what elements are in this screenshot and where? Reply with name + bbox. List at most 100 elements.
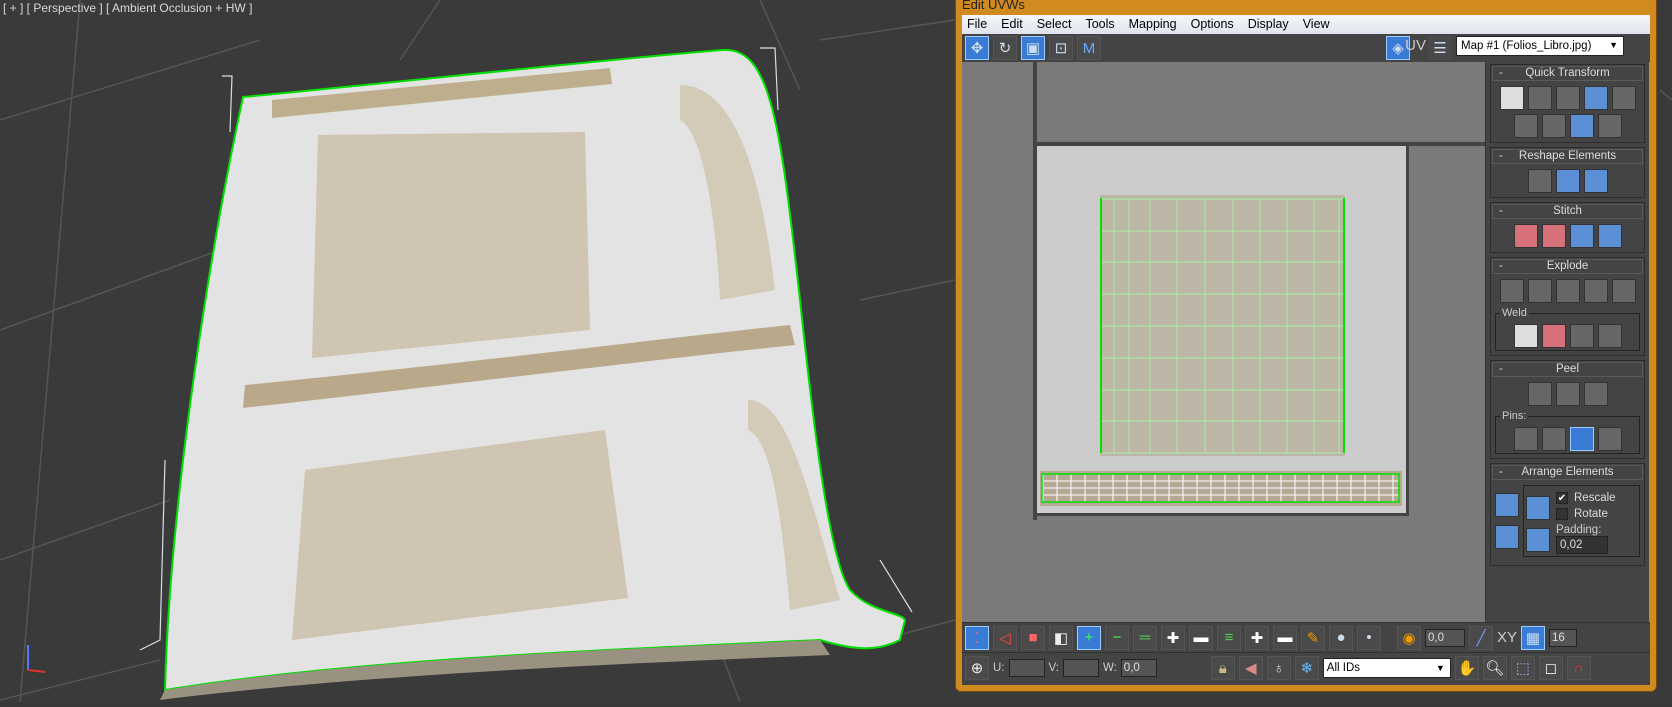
- pin-icon[interactable]: [1513, 427, 1538, 451]
- material-id-dropdown[interactable]: All IDs: [1322, 658, 1451, 678]
- collapse-toggle[interactable]: -: [1499, 466, 1503, 478]
- collapse-toggle[interactable]: -: [1499, 67, 1503, 79]
- weld-settings-icon[interactable]: [1597, 324, 1622, 348]
- move-icon[interactable]: ✥: [965, 36, 989, 60]
- vertex-mode-icon[interactable]: ⁚: [965, 625, 989, 650]
- scale-icon[interactable]: ▣: [1021, 36, 1045, 60]
- menu-mapping[interactable]: Mapping: [1124, 15, 1186, 34]
- loop-shrink-icon[interactable]: ▬: [1189, 625, 1213, 650]
- menu-select[interactable]: Select: [1032, 15, 1081, 34]
- space-vertical-icon[interactable]: [1597, 114, 1622, 138]
- hide-icon[interactable]: ◀: [1238, 656, 1263, 680]
- space-horizontal-icon[interactable]: [1611, 86, 1636, 110]
- rotate-checkbox[interactable]: Rotate: [1556, 508, 1616, 520]
- light-bulb-icon[interactable]: ♁: [1266, 656, 1291, 680]
- viewport-label[interactable]: [ + ] [ Perspective ] [ Ambient Occlusio…: [3, 1, 252, 15]
- collapse-toggle[interactable]: -: [1499, 205, 1503, 217]
- edge-mode-icon[interactable]: ◁: [993, 625, 1017, 650]
- collapse-toggle[interactable]: -: [1499, 363, 1503, 375]
- uv-editor-canvas[interactable]: [962, 62, 1485, 622]
- explode-smoothing-icon[interactable]: [1527, 279, 1552, 303]
- stitch-average-icon[interactable]: [1541, 224, 1566, 248]
- weld-selected-icon[interactable]: [1541, 324, 1566, 348]
- relax-icon[interactable]: [1555, 169, 1580, 193]
- relax-settings-icon[interactable]: [1583, 169, 1608, 193]
- rollout-header[interactable]: - Arrange Elements: [1492, 465, 1643, 480]
- zoom-extents-icon[interactable]: ◻: [1538, 656, 1563, 680]
- map-dropdown[interactable]: Map #1 (Folios_Libro.jpg): [1456, 36, 1624, 56]
- grid-snap-icon[interactable]: ▦: [1521, 625, 1546, 650]
- group-pack-icon[interactable]: [1526, 528, 1550, 552]
- grow-selection-icon[interactable]: +: [1077, 625, 1101, 650]
- zoom-region-icon[interactable]: ⬚: [1510, 656, 1535, 680]
- zoom-icon[interactable]: 🔍︎: [1482, 656, 1507, 680]
- snap-magnet-icon[interactable]: ∩: [1566, 656, 1591, 680]
- linear-align-icon[interactable]: [1541, 114, 1566, 138]
- ring-icon[interactable]: ≡: [1217, 625, 1241, 650]
- menu-display[interactable]: Display: [1243, 15, 1298, 34]
- falloff-spinner[interactable]: 0,0: [1425, 628, 1465, 647]
- v-field[interactable]: [1062, 659, 1099, 677]
- soft-selection-icon[interactable]: ◉: [1397, 625, 1421, 650]
- pack-together-icon[interactable]: [1495, 525, 1519, 549]
- rescale-check-icon[interactable]: ✔: [1556, 492, 1568, 504]
- shrink-selection-icon[interactable]: −: [1105, 625, 1129, 650]
- menu-file[interactable]: File: [962, 15, 996, 34]
- settings-list-icon[interactable]: ☰: [1428, 36, 1452, 60]
- rotate-check-icon[interactable]: [1556, 508, 1568, 520]
- quick-peel-icon[interactable]: [1527, 382, 1552, 406]
- pack-custom-icon[interactable]: [1526, 496, 1550, 520]
- freeze-icon[interactable]: ❄: [1294, 656, 1319, 680]
- falloff-type-icon[interactable]: ╱: [1469, 625, 1493, 650]
- stitch-to-target-icon[interactable]: [1513, 224, 1538, 248]
- reset-peel-icon[interactable]: [1583, 382, 1608, 406]
- grid-size-spinner[interactable]: 16: [1549, 628, 1578, 647]
- padding-spinner[interactable]: 0,02: [1556, 536, 1608, 554]
- set-pivot-icon[interactable]: [1499, 86, 1524, 110]
- shrink-brush-icon[interactable]: •: [1357, 625, 1381, 650]
- collapse-toggle[interactable]: -: [1499, 260, 1503, 272]
- menu-view[interactable]: View: [1298, 15, 1339, 34]
- rollout-header[interactable]: - Explode: [1492, 259, 1643, 274]
- enlarge-brush-icon[interactable]: ●: [1329, 625, 1353, 650]
- rollout-header[interactable]: - Peel: [1492, 362, 1643, 377]
- stitch-settings-icon[interactable]: [1597, 224, 1622, 248]
- paint-select-icon[interactable]: ✎: [1301, 625, 1325, 650]
- flatten-settings-icon[interactable]: [1611, 279, 1636, 303]
- target-weld-icon[interactable]: [1513, 324, 1538, 348]
- polygon-mode-icon[interactable]: ■: [1021, 625, 1045, 650]
- ring-grow-icon[interactable]: ✚: [1245, 625, 1269, 650]
- menu-options[interactable]: Options: [1186, 15, 1243, 34]
- align-horizontal-icon[interactable]: [1527, 86, 1552, 110]
- break-icon[interactable]: [1499, 279, 1524, 303]
- align-diagonal-icon[interactable]: [1555, 86, 1580, 110]
- rollout-header[interactable]: - Stitch: [1492, 204, 1643, 219]
- select-pins-icon[interactable]: [1597, 427, 1622, 451]
- rescale-checkbox[interactable]: ✔ Rescale: [1556, 492, 1616, 504]
- align-vertical-icon[interactable]: [1513, 114, 1538, 138]
- ring-shrink-icon[interactable]: ▬: [1273, 625, 1297, 650]
- explode-material-icon[interactable]: [1555, 279, 1580, 303]
- loop-icon[interactable]: ═: [1133, 625, 1157, 650]
- rotate-ccw-icon[interactable]: [1569, 114, 1594, 138]
- menu-edit[interactable]: Edit: [996, 15, 1032, 34]
- auto-pin-icon[interactable]: [1569, 427, 1594, 451]
- w-field[interactable]: 0,0: [1120, 659, 1157, 677]
- loop-grow-icon[interactable]: ✚: [1161, 625, 1185, 650]
- uv-space-button[interactable]: UV: [1405, 37, 1426, 54]
- rollout-header[interactable]: - Quick Transform: [1492, 66, 1643, 81]
- straighten-icon[interactable]: [1527, 169, 1552, 193]
- freeform-icon[interactable]: ⊡: [1049, 36, 1073, 60]
- falloff-space-button[interactable]: XY: [1497, 629, 1517, 646]
- peel-mode-icon[interactable]: [1555, 382, 1580, 406]
- unpin-icon[interactable]: [1541, 427, 1566, 451]
- stitch-to-source-icon[interactable]: [1569, 224, 1594, 248]
- u-field[interactable]: [1008, 659, 1045, 677]
- mirror-icon[interactable]: M: [1077, 36, 1101, 60]
- absolute-offset-icon[interactable]: ⊕: [965, 656, 989, 680]
- rotate-cw-icon[interactable]: [1583, 86, 1608, 110]
- element-mode-icon[interactable]: ◧: [1049, 625, 1073, 650]
- pack-normalize-icon[interactable]: [1495, 493, 1519, 517]
- rollout-header[interactable]: - Reshape Elements: [1492, 149, 1643, 164]
- collapse-toggle[interactable]: -: [1499, 150, 1503, 162]
